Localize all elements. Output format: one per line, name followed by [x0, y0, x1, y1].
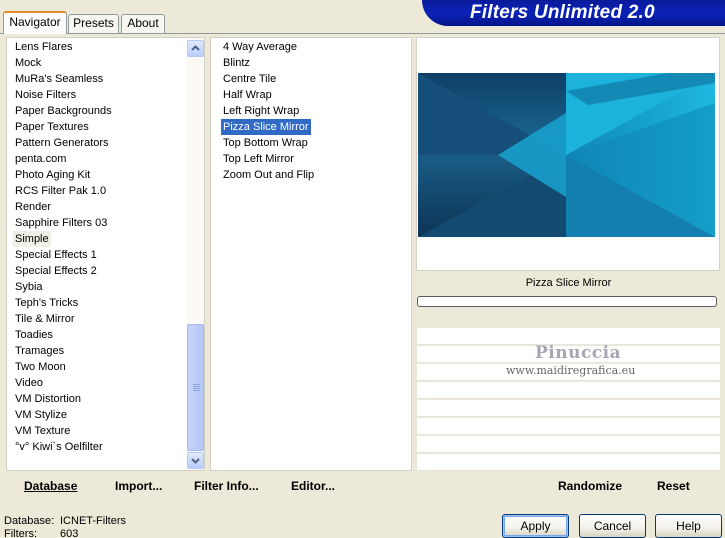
category-item[interactable]: Mock	[13, 55, 43, 71]
watermark-name: Pinuccia	[535, 343, 622, 363]
filters-info-value: 603	[60, 528, 79, 538]
filter-item[interactable]: Zoom Out and Flip	[221, 167, 316, 183]
tab-navigator[interactable]: Navigator	[3, 11, 67, 34]
scroll-down-button[interactable]	[187, 452, 204, 469]
import-label: Import...	[115, 479, 163, 493]
category-item[interactable]: Tile & Mirror	[13, 311, 76, 327]
apply-button[interactable]: Apply	[502, 514, 569, 538]
category-item[interactable]: Noise Filters	[13, 87, 78, 103]
tab-about[interactable]: About	[121, 14, 165, 33]
category-item[interactable]: Sybia	[13, 279, 45, 295]
filter-item[interactable]: Top Left Mirror	[221, 151, 296, 167]
category-item[interactable]: Teph's Tricks	[13, 295, 80, 311]
help-button[interactable]: Help	[655, 514, 722, 538]
scroll-up-button[interactable]	[187, 40, 204, 57]
app-banner: Filters Unlimited 2.0	[422, 0, 725, 26]
preview-graphic	[418, 73, 715, 237]
filter-item[interactable]: Blintz	[221, 55, 252, 71]
preview-image	[418, 73, 715, 237]
category-item[interactable]: Render	[13, 199, 53, 215]
database-info-value: ICNET-Filters	[60, 515, 126, 527]
category-item[interactable]: Pattern Generators	[13, 135, 111, 151]
editor-button[interactable]: Editor...	[291, 478, 335, 494]
preview-filter-name: Pizza Slice Mirror	[525, 277, 612, 289]
category-item[interactable]: Tramages	[13, 343, 66, 359]
filter-item[interactable]: Pizza Slice Mirror	[220, 118, 312, 136]
param-row	[417, 418, 720, 435]
database-button[interactable]: Database	[24, 478, 77, 494]
category-item[interactable]: Simple	[13, 231, 51, 247]
filter-item[interactable]: Half Wrap	[221, 87, 274, 103]
filter-item[interactable]: Left Right Wrap	[221, 103, 301, 119]
grip-line	[193, 384, 200, 385]
category-item[interactable]: Video	[13, 375, 45, 391]
grip-line	[193, 388, 200, 389]
database-label: Database	[24, 479, 78, 493]
category-scrollbar[interactable]	[187, 38, 204, 470]
category-item[interactable]: Photo Aging Kit	[13, 167, 92, 183]
filter-item[interactable]: 4 Way Average	[221, 39, 299, 55]
reset-button[interactable]: Reset	[657, 478, 690, 494]
category-item[interactable]: VM Distortion	[13, 391, 83, 407]
category-item[interactable]: Lens Flares	[13, 39, 74, 55]
filter-info-label: Filter Info...	[194, 479, 259, 493]
category-item[interactable]: RCS Filter Pak 1.0	[13, 183, 108, 199]
category-item[interactable]: VM Stylize	[13, 407, 69, 423]
category-item[interactable]: Paper Textures	[13, 119, 91, 135]
app-title: Filters Unlimited 2.0	[470, 2, 655, 23]
category-item[interactable]: Two Moon	[13, 359, 68, 375]
param-row	[417, 382, 720, 399]
tab-presets[interactable]: Presets	[68, 14, 119, 33]
import-button[interactable]: Import...	[115, 478, 162, 494]
grip-line	[193, 386, 200, 387]
category-item[interactable]: Paper Backgrounds	[13, 103, 114, 119]
param-row	[417, 400, 720, 417]
category-item[interactable]: Sapphire Filters 03	[13, 215, 109, 231]
cancel-button[interactable]: Cancel	[579, 514, 646, 538]
filter-item[interactable]: Centre Tile	[221, 71, 278, 87]
grip-line	[193, 390, 200, 391]
tab-strip-line	[0, 33, 725, 34]
chevron-up-icon	[191, 45, 200, 51]
scroll-thumb[interactable]	[187, 324, 204, 451]
randomize-label: Randomize	[558, 479, 623, 493]
filters-info-label: Filters:	[4, 528, 37, 538]
category-item[interactable]: Special Effects 1	[13, 247, 99, 263]
category-item[interactable]: VM Texture	[13, 423, 72, 439]
database-info-label: Database:	[4, 515, 55, 527]
watermark-url: www.maidiregrafica.eu	[506, 364, 636, 377]
reset-label: Reset	[657, 479, 690, 493]
category-item[interactable]: Toadies	[13, 327, 55, 343]
chevron-down-icon	[191, 458, 200, 464]
category-item[interactable]: MuRa's Seamless	[13, 71, 105, 87]
param-row	[417, 436, 720, 453]
editor-label: Editor...	[291, 479, 336, 493]
randomize-button[interactable]: Randomize	[558, 478, 622, 494]
category-item[interactable]: °v° Kiwi`s Oelfilter	[13, 439, 105, 455]
progress-bar	[417, 296, 717, 307]
param-row	[417, 454, 720, 471]
category-item[interactable]: penta.com	[13, 151, 68, 167]
filter-item[interactable]: Top Bottom Wrap	[221, 135, 310, 151]
filter-info-button[interactable]: Filter Info...	[194, 478, 259, 494]
category-item[interactable]: Special Effects 2	[13, 263, 99, 279]
